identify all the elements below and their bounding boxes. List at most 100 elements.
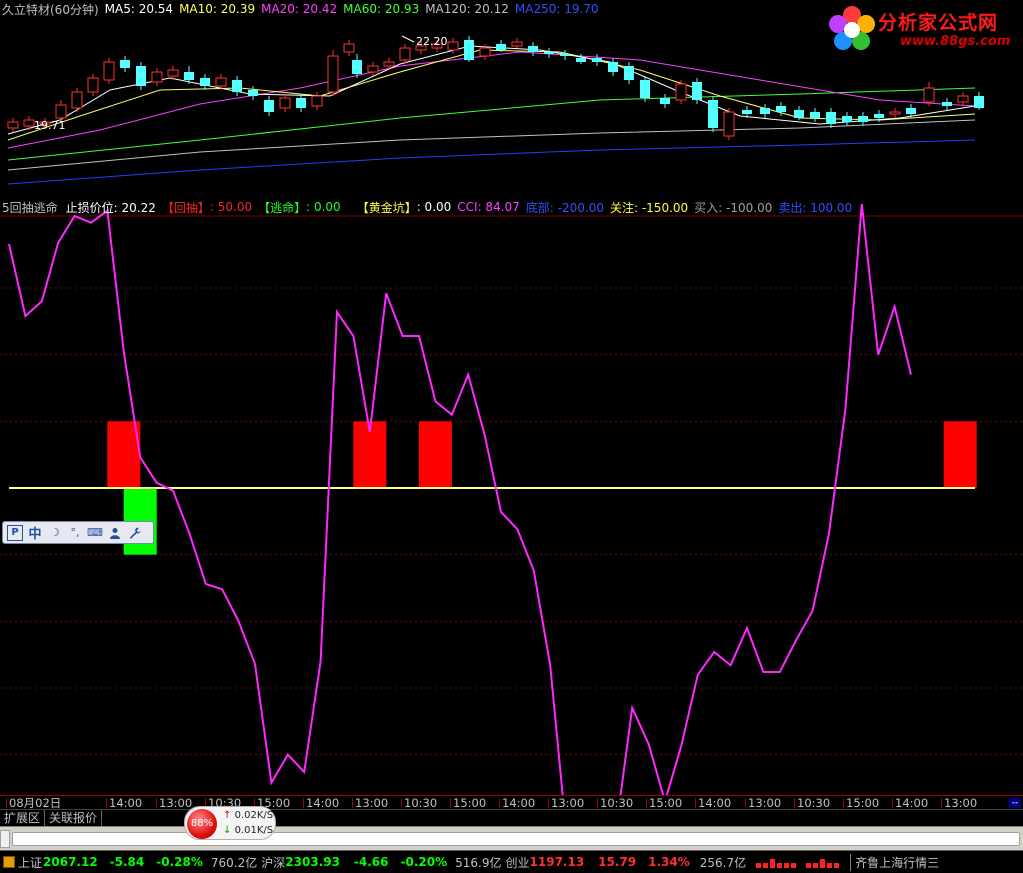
candle-down	[296, 98, 306, 108]
taoming-name: 【逃命】	[258, 200, 307, 215]
candle-down	[974, 96, 984, 108]
candle-down	[120, 60, 130, 68]
candle-up	[311, 95, 323, 107]
hs-index-pct: -0.20%	[400, 855, 448, 869]
time-label: 13:00	[355, 796, 389, 810]
stop-loss-label: 止损价位: 20.22	[65, 200, 156, 215]
ma60-label: MA60: 20.93	[343, 2, 420, 16]
up-arrow-icon: ↑	[223, 810, 232, 821]
horizontal-scrollbar[interactable]	[0, 826, 1023, 850]
time-tick	[401, 798, 402, 808]
candle-down	[592, 58, 602, 62]
time-label: 13:00	[551, 796, 585, 810]
candle-down	[874, 114, 884, 118]
time-tick	[499, 798, 500, 808]
ime-floating-toolbar[interactable]: P 中 ☽ °, ⌨	[2, 521, 154, 544]
time-tick	[548, 798, 549, 808]
time-tick	[843, 798, 844, 808]
time-tick	[352, 798, 353, 808]
huichou-bar	[943, 421, 977, 488]
candle-down	[496, 44, 506, 50]
tab-related-quotes[interactable]: 关联报价	[45, 810, 103, 826]
candle-down	[826, 112, 836, 124]
candle-up	[923, 87, 935, 103]
time-tick	[892, 798, 893, 808]
mairu-label: 买入: -100.00	[694, 200, 773, 215]
high-price-label: 22.20	[416, 35, 448, 48]
time-label: 14:00	[306, 796, 340, 810]
candle-down	[248, 90, 258, 96]
cci-indicator-chart[interactable]	[0, 196, 1023, 795]
cy-amount: 256.7亿	[699, 855, 747, 870]
market-breadth-bars	[754, 855, 844, 869]
wrench-icon[interactable]	[127, 525, 143, 541]
candle-up	[399, 47, 411, 61]
hs-index-value: 2303.93	[285, 855, 340, 869]
keyboard-icon[interactable]: ⌨	[87, 525, 103, 541]
ma10-label: MA10: 20.39	[179, 2, 256, 16]
hs-index-name[interactable]: 沪深	[261, 854, 285, 871]
huichou-name: 【回抽】	[161, 200, 210, 215]
time-tick	[597, 798, 598, 808]
time-tick	[106, 798, 107, 808]
candle-up	[23, 119, 35, 127]
guanzhu-label: 关注: -150.00	[609, 200, 689, 215]
candle-down	[810, 112, 820, 118]
candle-down	[794, 110, 804, 118]
cy-index-pct: 1.34%	[648, 855, 690, 869]
axis-end-marker[interactable]: --	[1009, 798, 1021, 808]
stock-title: 久立特材(60分钟)	[2, 2, 99, 17]
time-label: 13:00	[944, 796, 978, 810]
ma120-label: MA120: 20.12	[425, 2, 509, 16]
scroll-left-button[interactable]	[0, 830, 10, 848]
hs-amount: 516.9亿	[455, 855, 502, 870]
time-label: 10:30	[404, 796, 438, 810]
candle-down	[200, 78, 210, 86]
candlestick-chart[interactable]: 22.20 19.71	[0, 18, 1023, 196]
candle-down	[576, 58, 586, 62]
taoming-value: : 0.00	[306, 200, 341, 214]
hs-index-change: -4.66	[353, 855, 389, 869]
candle-down	[544, 52, 554, 54]
indicator-name: 5回抽逃命	[2, 200, 58, 215]
status-menu-icon[interactable]	[3, 856, 15, 868]
tab-extension-area[interactable]: 扩展区	[0, 810, 46, 826]
indicator-info-bar: 5回抽逃命 止损价位: 20.22 【回抽】 : 50.00 【逃命】 : 0.…	[0, 199, 852, 215]
high-price-pointer	[401, 35, 415, 43]
candle-up	[151, 71, 163, 83]
time-tick	[745, 798, 746, 808]
ime-logo-icon[interactable]: P	[7, 524, 23, 541]
ma250-label: MA250: 19.70	[514, 2, 599, 16]
punctuation-icon[interactable]: °,	[67, 525, 83, 541]
time-tick	[303, 798, 304, 808]
candle-down	[692, 82, 702, 100]
moving-average-info-bar: 久立特材(60分钟) MA5: 20.54 MA10: 20.39 MA20: …	[0, 0, 820, 18]
scroll-track[interactable]	[12, 832, 1020, 846]
candle-down	[760, 108, 770, 114]
moon-icon[interactable]: ☽	[47, 525, 63, 541]
candle-down	[776, 106, 786, 112]
ma20-line	[7, 51, 976, 149]
ma5-label: MA5: 20.54	[104, 2, 174, 16]
network-speed-widget[interactable]: 88% ↑ 0.02K/S ↓ 0.01K/S	[184, 806, 276, 840]
huangjin-name: 【黄金坑】	[356, 200, 417, 215]
candle-down	[528, 46, 538, 52]
upload-speed-value: 0.02K/S	[234, 810, 274, 821]
candle-down	[906, 108, 916, 114]
candle-up	[167, 69, 179, 77]
sh-index-name[interactable]: 上证	[18, 854, 42, 871]
time-label: 10:30	[797, 796, 831, 810]
huichou-bar	[418, 421, 452, 488]
upload-speed: ↑ 0.02K/S	[223, 810, 273, 821]
cy-index-name[interactable]: 创业	[506, 854, 530, 871]
user-icon[interactable]	[107, 525, 123, 541]
candle-up	[55, 104, 67, 119]
candle-up	[103, 61, 115, 81]
candle-up	[367, 65, 379, 73]
sh-index-change: -5.84	[109, 855, 145, 869]
ticker-name[interactable]: 齐鲁上海行情三	[850, 853, 939, 871]
candle-down	[184, 72, 194, 80]
maichu-label: 卖出: 100.00	[778, 200, 853, 215]
sh-index-value: 2067.12	[43, 855, 98, 869]
chinese-mode-button[interactable]: 中	[27, 525, 43, 542]
